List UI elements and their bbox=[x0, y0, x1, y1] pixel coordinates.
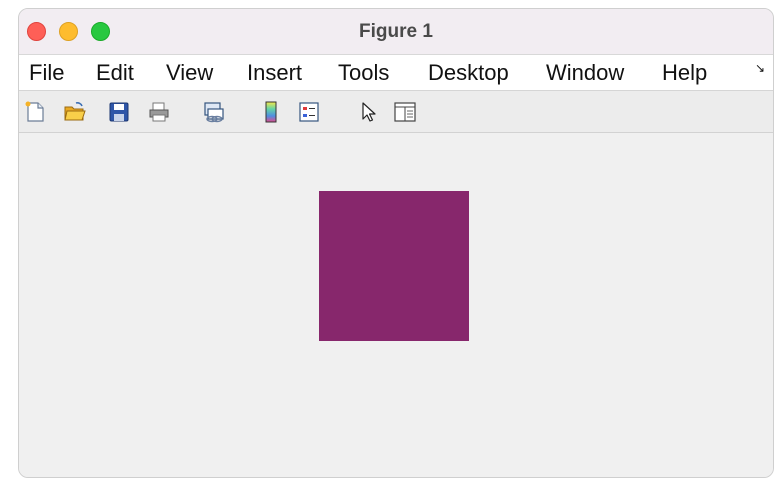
menu-bar: File Edit View Insert Tools Desktop Wind… bbox=[19, 55, 773, 91]
figure-window: Figure 1 File Edit View Insert Tools Des… bbox=[18, 8, 774, 478]
title-bar[interactable]: Figure 1 bbox=[19, 9, 773, 55]
menu-view[interactable]: View bbox=[166, 60, 213, 86]
link-plot-icon[interactable] bbox=[201, 100, 225, 124]
color-patch[interactable] bbox=[319, 191, 469, 341]
figure-toolbar bbox=[19, 91, 773, 133]
edit-plot-arrow-icon[interactable] bbox=[357, 100, 381, 124]
menu-desktop[interactable]: Desktop bbox=[428, 60, 509, 86]
dock-figure-icon[interactable]: ↘ bbox=[755, 61, 765, 75]
property-inspector-icon[interactable] bbox=[393, 100, 417, 124]
open-file-icon[interactable] bbox=[63, 100, 87, 124]
figure-canvas[interactable] bbox=[19, 133, 773, 477]
insert-colorbar-icon[interactable] bbox=[259, 100, 283, 124]
menu-tools[interactable]: Tools bbox=[338, 60, 389, 86]
menu-file[interactable]: File bbox=[29, 60, 64, 86]
save-icon[interactable] bbox=[107, 100, 131, 124]
menu-edit[interactable]: Edit bbox=[96, 60, 134, 86]
insert-legend-icon[interactable] bbox=[297, 100, 321, 124]
menu-insert[interactable]: Insert bbox=[247, 60, 302, 86]
print-icon[interactable] bbox=[147, 100, 171, 124]
menu-window[interactable]: Window bbox=[546, 60, 624, 86]
window-title: Figure 1 bbox=[359, 21, 433, 42]
new-figure-icon[interactable] bbox=[23, 100, 47, 124]
menu-help[interactable]: Help bbox=[662, 60, 707, 86]
